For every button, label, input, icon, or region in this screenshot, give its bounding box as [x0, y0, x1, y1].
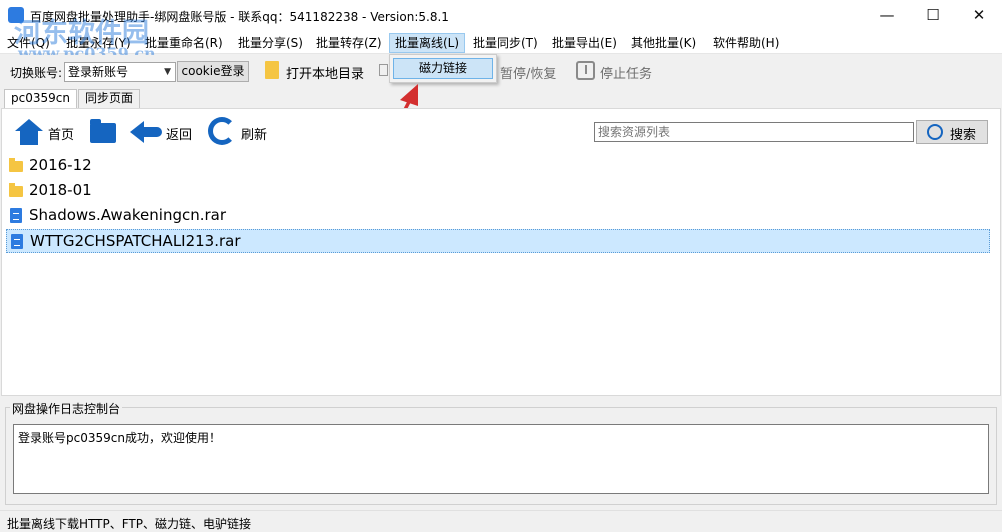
open-local-dir-button[interactable]: 打开本地目录 — [286, 63, 364, 82]
tab-sync-page[interactable]: 同步页面 — [78, 89, 141, 108]
cookie-login-button[interactable]: cookie登录 — [177, 61, 249, 82]
list-item[interactable]: 2018-01 — [6, 179, 990, 203]
file-icon — [10, 208, 22, 223]
file-icon — [11, 234, 23, 249]
back-arrow-icon[interactable] — [130, 119, 162, 145]
list-item-name: WTTG2CHSPATCHALI213.rar — [30, 232, 241, 250]
menu-batch-export[interactable]: 批量导出(E) — [547, 33, 622, 53]
folder-icon[interactable] — [90, 119, 116, 143]
log-message: 登录账号pc0359cn成功，欢迎使用！ — [18, 431, 221, 445]
list-item[interactable]: 2016-12 — [6, 154, 990, 178]
list-item-selected[interactable]: WTTG2CHSPATCHALI213.rar — [6, 229, 990, 253]
refresh-icon[interactable] — [208, 117, 236, 145]
power-icon — [576, 61, 595, 80]
search-icon — [927, 124, 943, 140]
search-button-label: 搜索 — [950, 128, 977, 143]
folder-icon — [9, 183, 23, 197]
list-item-name: 2018-01 — [29, 181, 92, 199]
status-text: 批量离线下载HTTP、FTP、磁力链、电驴链接 — [7, 517, 251, 531]
title-bar: 百度网盘批量处理助手-绑网盘账号版 - 联系qq：541182238 - Ver… — [0, 0, 1002, 31]
account-select[interactable]: 登录新账号 ▼ — [64, 62, 176, 82]
menu-software-help[interactable]: 软件帮助(H) — [708, 33, 784, 53]
status-bar: 批量离线下载HTTP、FTP、磁力链、电驴链接 — [0, 510, 1002, 532]
menu-batch-transfer[interactable]: 批量转存(Z) — [311, 33, 387, 53]
log-console-title: 网盘操作日志控制台 — [10, 400, 123, 417]
refresh-button[interactable]: 刷新 — [241, 124, 267, 143]
log-console[interactable]: 登录账号pc0359cn成功，欢迎使用！ — [13, 424, 989, 494]
tab-strip: pc0359cn 同步页面 — [0, 89, 1002, 109]
back-button[interactable]: 返回 — [166, 124, 192, 143]
menu-batch-offline[interactable]: 批量离线(L) — [389, 33, 466, 53]
home-icon[interactable] — [15, 119, 43, 145]
search-input[interactable] — [594, 122, 914, 142]
account-select-value: 登录新账号 — [68, 65, 129, 79]
minimize-button[interactable]: — — [864, 0, 910, 31]
list-item-name: 2016-12 — [29, 156, 92, 174]
chevron-down-icon: ▼ — [164, 67, 171, 77]
list-item-name: Shadows.Awakeningcn.rar — [29, 206, 227, 224]
open-folder-icon — [265, 61, 279, 79]
search-button[interactable]: 搜索 — [916, 120, 988, 144]
home-button[interactable]: 首页 — [48, 124, 74, 143]
menu-other-batch[interactable]: 其他批量(K) — [626, 33, 701, 53]
folder-icon — [9, 158, 23, 172]
pause-resume-button[interactable]: 暂停/恢复 — [500, 63, 556, 82]
close-button[interactable]: ✕ — [956, 0, 1002, 31]
menu-batch-sync[interactable]: 批量同步(T) — [468, 33, 543, 53]
menu-batch-share[interactable]: 批量分享(S) — [233, 33, 308, 53]
switch-account-label: 切换账号: — [10, 66, 63, 80]
tab-pc0359cn[interactable]: pc0359cn — [4, 89, 77, 109]
maximize-button[interactable]: ☐ — [910, 0, 956, 31]
magnet-link-menu-item[interactable]: 磁力链接 — [393, 58, 493, 79]
list-item[interactable]: Shadows.Awakeningcn.rar — [6, 204, 990, 228]
task-icon — [379, 64, 388, 76]
stop-task-button[interactable]: 停止任务 — [600, 63, 652, 82]
